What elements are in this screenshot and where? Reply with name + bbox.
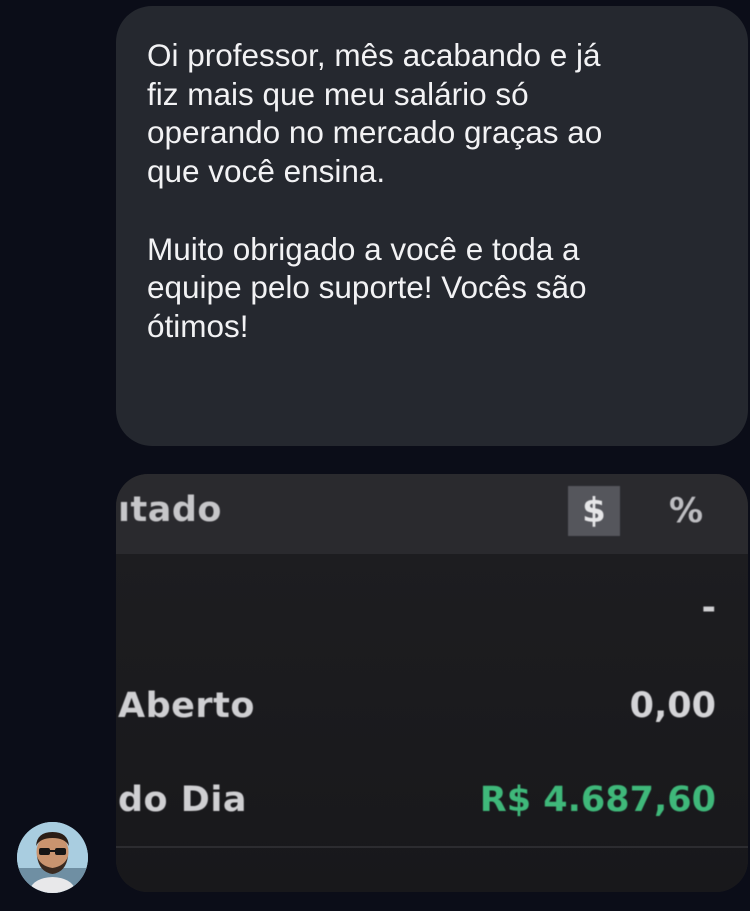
attachment-header-title: ıtado: [118, 490, 222, 530]
received-message-bubble[interactable]: Oi professor, mês acabando e já fiz mais…: [116, 6, 748, 446]
percent-toggle-button: %: [668, 491, 704, 531]
row-label: Aberto: [118, 686, 255, 726]
chat-screen: Oi professor, mês acabando e já fiz mais…: [0, 0, 750, 911]
user-avatar-icon: [17, 822, 88, 893]
daily-result-value: R$ 4.687,60: [479, 780, 716, 820]
row-value: 0,00: [629, 686, 716, 726]
row-label: do Dia: [118, 780, 247, 820]
currency-toggle-button: $: [568, 486, 620, 536]
sender-avatar[interactable]: [17, 822, 88, 893]
image-attachment-bubble[interactable]: ıtado $ % - Aberto 0,00 do Dia R$ 4.687,…: [116, 474, 748, 892]
message-paragraph: Oi professor, mês acabando e já fiz mais…: [147, 37, 603, 190]
row-value: -: [701, 588, 716, 628]
divider: [116, 846, 748, 848]
message-paragraph: Muito obrigado a você e toda a equipe pe…: [147, 230, 587, 344]
